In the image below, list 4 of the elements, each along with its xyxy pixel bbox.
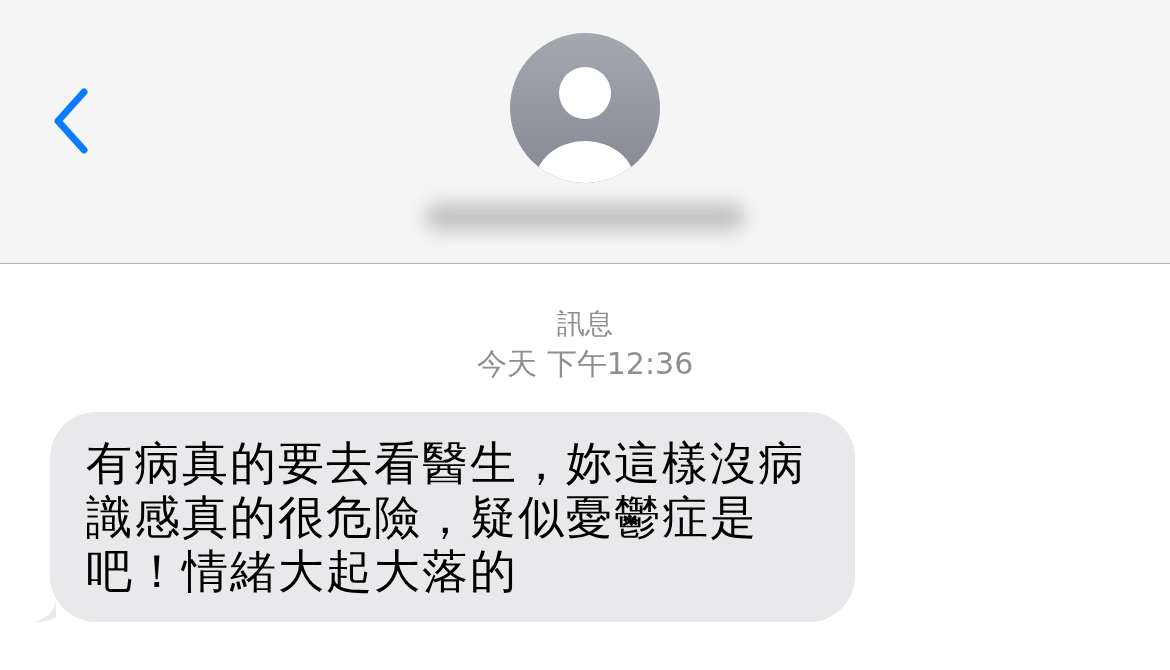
timestamp-day: 今天 — [476, 344, 537, 384]
timestamp-time: 下午12:36 — [546, 345, 694, 383]
contact-avatar-icon[interactable] — [510, 33, 660, 183]
service-label: 訊息 — [557, 306, 613, 342]
